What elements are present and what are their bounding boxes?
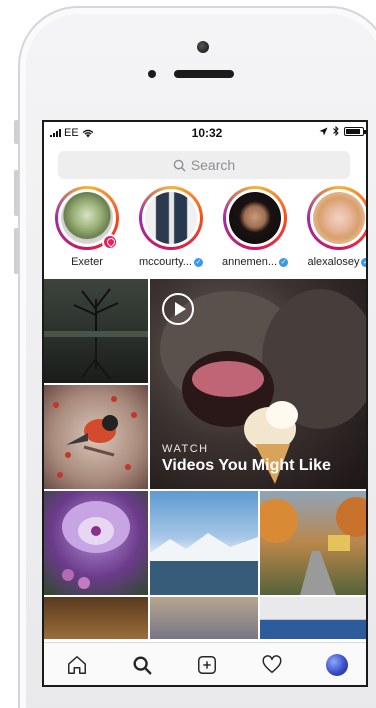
explore-tile-flower[interactable] <box>44 491 148 595</box>
location-arrow-icon <box>319 127 328 135</box>
tab-add-post[interactable] <box>192 650 222 680</box>
earpiece-speaker <box>174 70 234 78</box>
story-avatar <box>313 192 365 244</box>
featured-video-tile[interactable]: WATCH Videos You Might Like <box>150 279 366 489</box>
battery-icon <box>344 126 366 136</box>
story-avatar <box>145 192 197 244</box>
explore-tile-bird[interactable] <box>44 385 148 489</box>
flower-illustration <box>62 501 130 589</box>
search-icon <box>173 159 186 172</box>
verified-badge-icon: ✓ <box>361 257 366 267</box>
add-post-icon <box>197 656 216 674</box>
explore-grid: WATCH Videos You Might Like <box>44 279 366 639</box>
autumn-road-illustration <box>260 497 366 595</box>
volume-up-button <box>14 170 19 216</box>
tab-profile[interactable] <box>322 650 352 680</box>
app-screen: EE 10:32 Search Exeter mccourty... ✓ ann… <box>42 120 368 687</box>
tab-bar <box>44 642 366 685</box>
status-bar: EE 10:32 <box>44 122 366 144</box>
story-ring <box>139 186 203 250</box>
explore-tile-autumn-road[interactable] <box>260 491 366 595</box>
story-avatar <box>229 192 281 244</box>
tree-illustration <box>44 288 148 380</box>
explore-tile-blue[interactable] <box>260 597 366 639</box>
front-camera <box>197 41 209 53</box>
explore-tile-clouds[interactable] <box>150 597 258 639</box>
story-alexalosey[interactable]: alexalosey✓ <box>302 184 366 272</box>
story-mccourty[interactable]: mccourty... ✓ <box>134 184 208 272</box>
explore-tile-tree-reflection[interactable] <box>44 279 148 383</box>
heart-icon <box>262 655 282 674</box>
story-label: annemen... ✓ <box>221 256 289 268</box>
explore-tile-pie[interactable] <box>44 597 148 639</box>
bird-illustration <box>53 396 137 478</box>
story-exeter[interactable]: Exeter <box>50 184 124 272</box>
mute-switch <box>14 120 19 144</box>
profile-avatar <box>326 654 349 676</box>
search-bar[interactable]: Search <box>58 151 350 179</box>
story-label: Exeter <box>71 256 103 268</box>
story-label: mccourty... ✓ <box>139 256 203 268</box>
search-placeholder: Search <box>190 157 236 173</box>
tab-search[interactable] <box>127 650 157 680</box>
video-title: Videos You Might Like <box>162 457 331 474</box>
tab-activity[interactable] <box>257 650 287 680</box>
location-pin-icon <box>102 234 118 250</box>
volume-down-button <box>14 228 19 274</box>
lake-illustration <box>150 533 258 595</box>
story-ring <box>307 186 366 250</box>
proximity-sensor <box>148 70 156 78</box>
search-icon <box>133 656 152 675</box>
stories-tray: Exeter mccourty... ✓ annemen... ✓ alexal… <box>44 184 366 276</box>
verified-badge-icon: ✓ <box>279 257 289 267</box>
story-ring <box>223 186 287 250</box>
play-icon[interactable] <box>162 293 194 325</box>
story-annemen[interactable]: annemen... ✓ <box>218 184 292 272</box>
bluetooth-icon <box>333 126 339 136</box>
home-icon <box>67 656 86 674</box>
story-label: alexalosey✓ <box>302 256 366 268</box>
status-right <box>319 126 366 136</box>
verified-badge-icon: ✓ <box>193 257 203 267</box>
tab-home[interactable] <box>62 650 92 680</box>
explore-tile-lake[interactable] <box>150 491 258 595</box>
video-overline: WATCH <box>162 443 209 455</box>
